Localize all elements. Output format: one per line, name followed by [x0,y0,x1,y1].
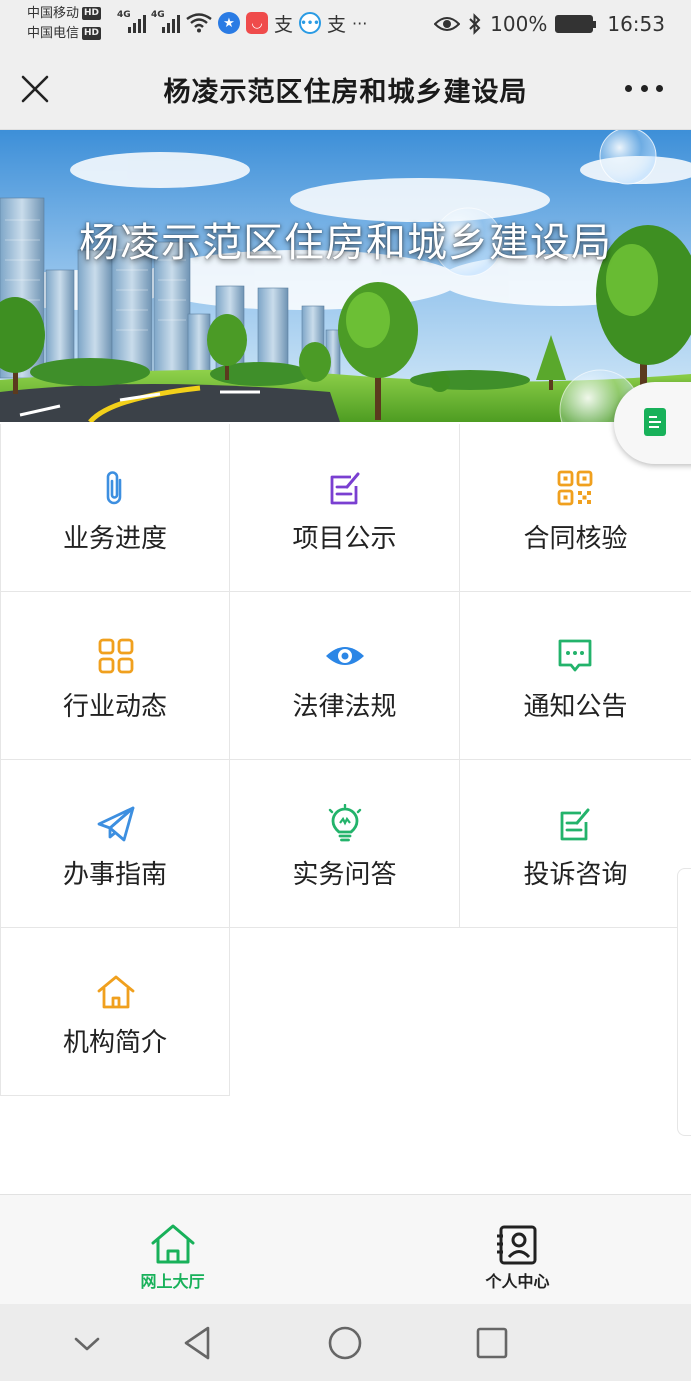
signal-icon: 4G [151,10,180,33]
menu-item-project-publicity[interactable]: 项目公示 [230,424,460,592]
document-icon [644,408,666,436]
home-circle-icon[interactable] [324,1322,366,1364]
banner-city-landscape-image [0,130,691,422]
chat-notification-icon: ••• [299,12,322,34]
paperclip-icon [106,471,122,505]
menu-item-label: 通知公告 [523,692,628,722]
menu-item-label: 投诉咨询 [523,860,628,890]
title-bar: 杨凌示范区住房和城乡建设局 [0,48,691,130]
menu-item-service-guide[interactable]: 办事指南 [0,760,230,928]
carrier-2: 中国电信 [27,26,80,41]
floating-document-button[interactable] [614,382,691,464]
chevron-down-icon[interactable] [66,1322,108,1364]
tab-label: 网上大厅 [140,1272,205,1291]
notification-icons: 4G 4G ★ ◡ 支 ••• 支 ··· [117,10,368,36]
hd-badge: HD [82,7,102,20]
hd-badge: HD [82,27,102,40]
home-icon [151,1224,195,1264]
alipay-icon: 支 [327,13,347,36]
system-status: 100% 16:53 [434,10,665,38]
menu-item-notices[interactable]: 通知公告 [460,592,691,760]
menu-item-business-progress[interactable]: 业务进度 [0,424,230,592]
system-navigation-bar [0,1304,691,1381]
menu-item-organization-intro[interactable]: 机构简介 [0,928,230,1096]
carrier-info: 中国移动 HD 中国电信 HD [27,4,102,44]
menu-item-label: 业务进度 [62,524,167,554]
recent-apps-icon[interactable] [471,1322,513,1364]
menu-item-label: 法律法规 [292,692,397,722]
qr-code-icon [557,470,593,506]
app-notification-icon: ◡ [246,12,268,34]
eye-comfort-icon [434,17,461,31]
back-icon[interactable] [178,1322,220,1364]
menu-item-label: 实务问答 [292,860,397,890]
menu-item-complaint-consult[interactable]: 投诉咨询 [460,760,691,928]
status-bar: 中国移动 HD 中国电信 HD 4G 4G ★ ◡ 支 ••• 支 ··· 100%… [0,0,691,48]
banner-title: 杨凌示范区住房和城乡建设局 [79,220,612,266]
more-options-icon[interactable] [625,78,663,98]
page-title: 杨凌示范区住房和城乡建设局 [163,77,528,108]
carrier-1: 中国移动 [27,6,80,21]
side-scroll-handle[interactable] [677,868,691,1136]
menu-item-label: 合同核验 [523,524,628,554]
clock: 16:53 [607,12,665,36]
edit-note-icon [560,808,590,841]
signal-icon: 4G [117,10,146,33]
app-notification-icon: ★ [218,12,240,34]
menu-item-label: 机构简介 [62,1028,167,1058]
menu-item-laws-regulations[interactable]: 法律法规 [230,592,460,760]
alipay-icon: 支 [274,13,294,36]
bottom-tab-bar: 网上大厅 个人中心 [0,1194,691,1304]
menu-item-label: 项目公示 [292,524,397,554]
menu-item-label: 行业动态 [62,692,167,722]
lightbulb-icon [328,804,362,842]
tab-personal-center[interactable]: 个人中心 [345,1195,690,1305]
menu-item-industry-news[interactable]: 行业动态 [0,592,230,760]
eye-icon [326,647,364,665]
overflow-notifications: ··· [352,13,368,33]
menu-item-label: 办事指南 [62,860,167,890]
bluetooth-icon [469,13,481,35]
battery-icon [555,15,597,33]
message-icon [558,639,592,672]
home-icon [97,975,135,1009]
tab-label: 个人中心 [485,1272,550,1291]
edit-note-icon [330,472,360,505]
hero-banner: 杨凌示范区住房和城乡建设局 [0,130,691,422]
tab-online-hall[interactable]: 网上大厅 [0,1195,345,1305]
grid-apps-icon [98,638,134,674]
menu-item-practice-qa[interactable]: 实务问答 [230,760,460,928]
user-card-icon [497,1225,537,1265]
paper-plane-icon [97,806,135,842]
wifi-icon [186,13,212,33]
battery-percent: 100% [490,12,548,36]
